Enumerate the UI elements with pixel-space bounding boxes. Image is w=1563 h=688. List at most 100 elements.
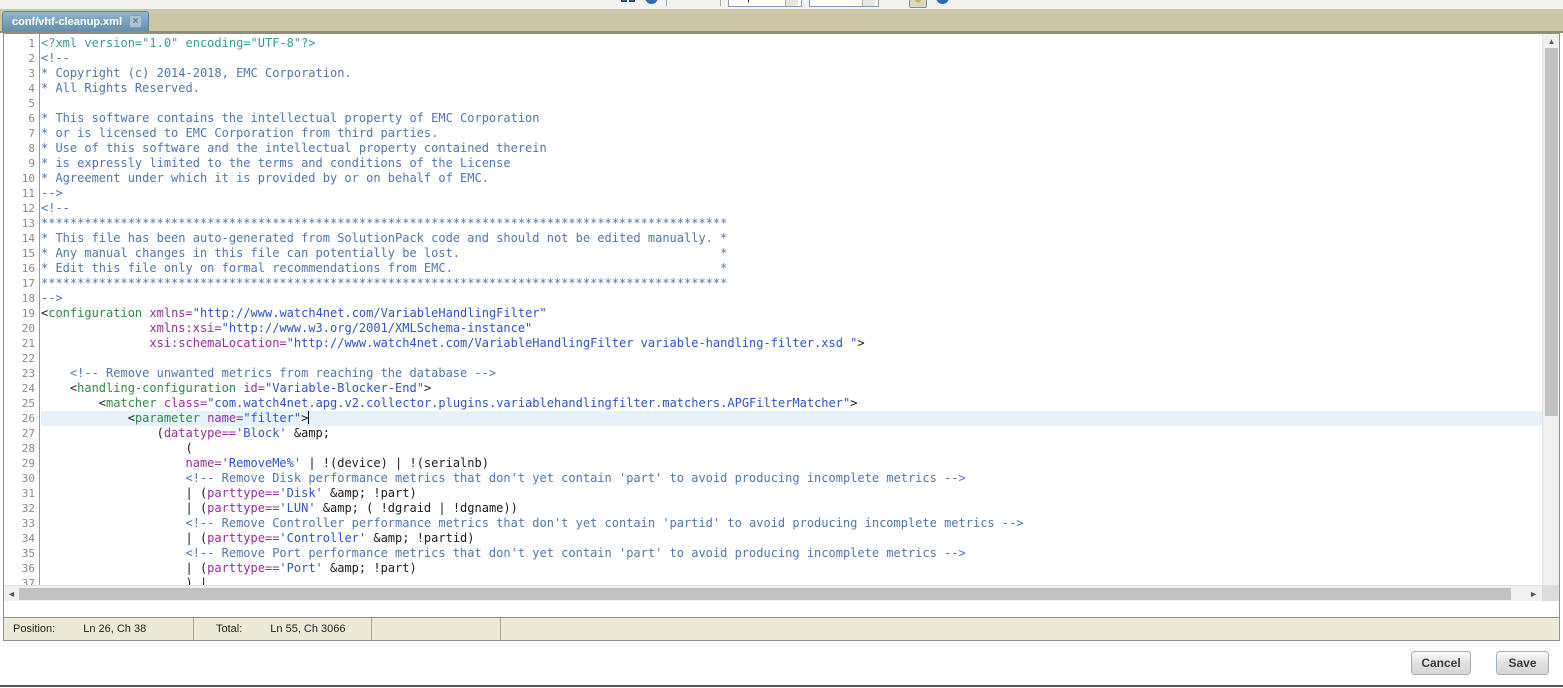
- line-number: 12: [4, 201, 39, 216]
- code-region[interactable]: 1234567891011121314151617181920212223242…: [4, 34, 1559, 601]
- code-line-10[interactable]: * Agreement under which it is provided b…: [41, 171, 1542, 186]
- toolbar-separator: [666, 0, 667, 6]
- horizontal-scrollbar[interactable]: ◄ ►: [4, 585, 1542, 601]
- code-line-17[interactable]: ****************************************…: [41, 276, 1542, 291]
- line-number: 19: [4, 306, 39, 321]
- line-number: 36: [4, 561, 39, 576]
- position-value: Ln 26, Ch 38: [83, 623, 146, 635]
- line-number: 28: [4, 441, 39, 456]
- code-line-31[interactable]: | (parttype=='Disk' &amp; !part): [41, 486, 1542, 501]
- toolbar-separator: [720, 0, 721, 6]
- code-line-19[interactable]: <configuration xmlns="http://www.watch4n…: [41, 306, 1542, 321]
- code-line-28[interactable]: (: [41, 441, 1542, 456]
- code-line-8[interactable]: * Use of this software and the intellect…: [41, 141, 1542, 156]
- line-number: 8: [4, 141, 39, 156]
- file-tab[interactable]: conf/vhf-cleanup.xml ×: [2, 11, 149, 31]
- search-icon[interactable]: [620, 0, 636, 5]
- code-line-33[interactable]: <!-- Remove Controller performance metri…: [41, 516, 1542, 531]
- code-line-34[interactable]: | (parttype=='Controller' &amp; !partid): [41, 531, 1542, 546]
- total-label: Total:: [216, 623, 242, 635]
- code-line-3[interactable]: * Copyright (c) 2014-2018, EMC Corporati…: [41, 66, 1542, 81]
- undo-icon[interactable]: ↶: [674, 0, 690, 5]
- line-number: 3: [4, 66, 39, 81]
- line-number: 10: [4, 171, 39, 186]
- position-label: Position:: [13, 623, 55, 635]
- code-line-25[interactable]: <matcher class="com.watch4net.apg.v2.col…: [41, 396, 1542, 411]
- bottom-divider: [0, 685, 1563, 687]
- vertical-scrollbar[interactable]: ▲ ▼: [1542, 34, 1559, 601]
- code-line-22[interactable]: [41, 351, 1542, 366]
- code-line-20[interactable]: xmlns:xsi="http://www.w3.org/2001/XMLSch…: [41, 321, 1542, 336]
- line-number: 35: [4, 546, 39, 561]
- code-line-15[interactable]: * Any manual changes in this file can po…: [41, 246, 1542, 261]
- total-value: Ln 55, Ch 3066: [270, 623, 345, 635]
- code-line-6[interactable]: * This software contains the intellectua…: [41, 111, 1542, 126]
- scroll-left-icon[interactable]: ◄: [7, 589, 16, 599]
- line-number: 25: [4, 396, 39, 411]
- line-number: 33: [4, 516, 39, 531]
- scroll-up-icon[interactable]: ▲: [1543, 37, 1560, 46]
- file-tab-label: conf/vhf-cleanup.xml: [12, 16, 122, 28]
- highlight-icon: ◆: [913, 0, 923, 4]
- tab-strip: conf/vhf-cleanup.xml ×: [0, 10, 1563, 33]
- line-number: 32: [4, 501, 39, 516]
- line-number: 2: [4, 51, 39, 66]
- editor-toolbar: → ↶ ↷ 10 pt ▼ XML ▼ ↪ ◆ ?: [0, 0, 1563, 10]
- syntax-select[interactable]: XML ▼: [809, 0, 879, 7]
- go-to-line-icon[interactable]: →: [643, 0, 659, 5]
- line-number: 34: [4, 531, 39, 546]
- code-line-18[interactable]: -->: [41, 291, 1542, 306]
- code-line-9[interactable]: * is expressly limited to the terms and …: [41, 156, 1542, 171]
- horizontal-scroll-thumb[interactable]: [19, 588, 1511, 600]
- scroll-right-icon[interactable]: ►: [1529, 589, 1538, 599]
- code-line-21[interactable]: xsi:schemaLocation="http://www.watch4net…: [41, 336, 1542, 351]
- code-line-27[interactable]: (datatype=='Block' &amp;: [41, 426, 1542, 441]
- code-line-23[interactable]: <!-- Remove unwanted metrics from reachi…: [41, 366, 1542, 381]
- vertical-scroll-thumb[interactable]: [1545, 48, 1558, 416]
- code-line-29[interactable]: name='RemoveMe%' | !(device) | !(serialn…: [41, 456, 1542, 471]
- smooth-selection-icon[interactable]: ↪: [886, 0, 902, 5]
- line-number: 17: [4, 276, 39, 291]
- line-number: 20: [4, 321, 39, 336]
- line-number: 9: [4, 156, 39, 171]
- code-line-16[interactable]: * Edit this file only on formal recommen…: [41, 261, 1542, 276]
- code-line-24[interactable]: <handling-configuration id="Variable-Blo…: [41, 381, 1542, 396]
- code-editor: 1234567891011121314151617181920212223242…: [3, 33, 1560, 641]
- redo-icon[interactable]: ↷: [697, 0, 713, 5]
- code-line-13[interactable]: ****************************************…: [41, 216, 1542, 231]
- line-number: 30: [4, 471, 39, 486]
- code-line-36[interactable]: | (parttype=='Port' &amp; !part): [41, 561, 1542, 576]
- code-line-35[interactable]: <!-- Remove Port performance metrics tha…: [41, 546, 1542, 561]
- scrollbar-corner: [1542, 585, 1559, 601]
- code-lines[interactable]: <?xml version="1.0" encoding="UTF-8"?><!…: [41, 34, 1542, 601]
- code-line-4[interactable]: * All Rights Reserved.: [41, 81, 1542, 96]
- line-number: 31: [4, 486, 39, 501]
- line-number: 14: [4, 231, 39, 246]
- line-number: 13: [4, 216, 39, 231]
- line-number: 7: [4, 126, 39, 141]
- highlight-toggle-button[interactable]: ◆: [909, 0, 927, 8]
- line-number: 11: [4, 186, 39, 201]
- tab-close-icon[interactable]: ×: [129, 15, 142, 28]
- line-number: 26: [4, 411, 39, 426]
- code-line-5[interactable]: [41, 96, 1542, 111]
- line-number: 16: [4, 261, 39, 276]
- help-icon[interactable]: ?: [934, 0, 950, 5]
- save-button[interactable]: Save: [1496, 651, 1549, 675]
- font-size-select[interactable]: 10 pt ▼: [728, 0, 802, 7]
- cancel-button[interactable]: Cancel: [1411, 651, 1471, 675]
- code-line-32[interactable]: | (parttype=='LUN' &amp; ( !dgraid | !dg…: [41, 501, 1542, 516]
- code-line-2[interactable]: <!--: [41, 51, 1542, 66]
- code-line-7[interactable]: * or is licensed to EMC Corporation from…: [41, 126, 1542, 141]
- code-line-1[interactable]: <?xml version="1.0" encoding="UTF-8"?>: [41, 36, 1542, 51]
- code-line-12[interactable]: <!--: [41, 201, 1542, 216]
- line-number: 23: [4, 366, 39, 381]
- line-number: 6: [4, 111, 39, 126]
- code-line-14[interactable]: * This file has been auto-generated from…: [41, 231, 1542, 246]
- text-cursor: [308, 411, 309, 424]
- line-number: 1: [4, 36, 39, 51]
- code-line-26[interactable]: <parameter name="filter">: [41, 411, 1542, 426]
- code-line-30[interactable]: <!-- Remove Disk performance metrics tha…: [41, 471, 1542, 486]
- chevron-down-icon: ▼: [862, 0, 875, 6]
- code-line-11[interactable]: -->: [41, 186, 1542, 201]
